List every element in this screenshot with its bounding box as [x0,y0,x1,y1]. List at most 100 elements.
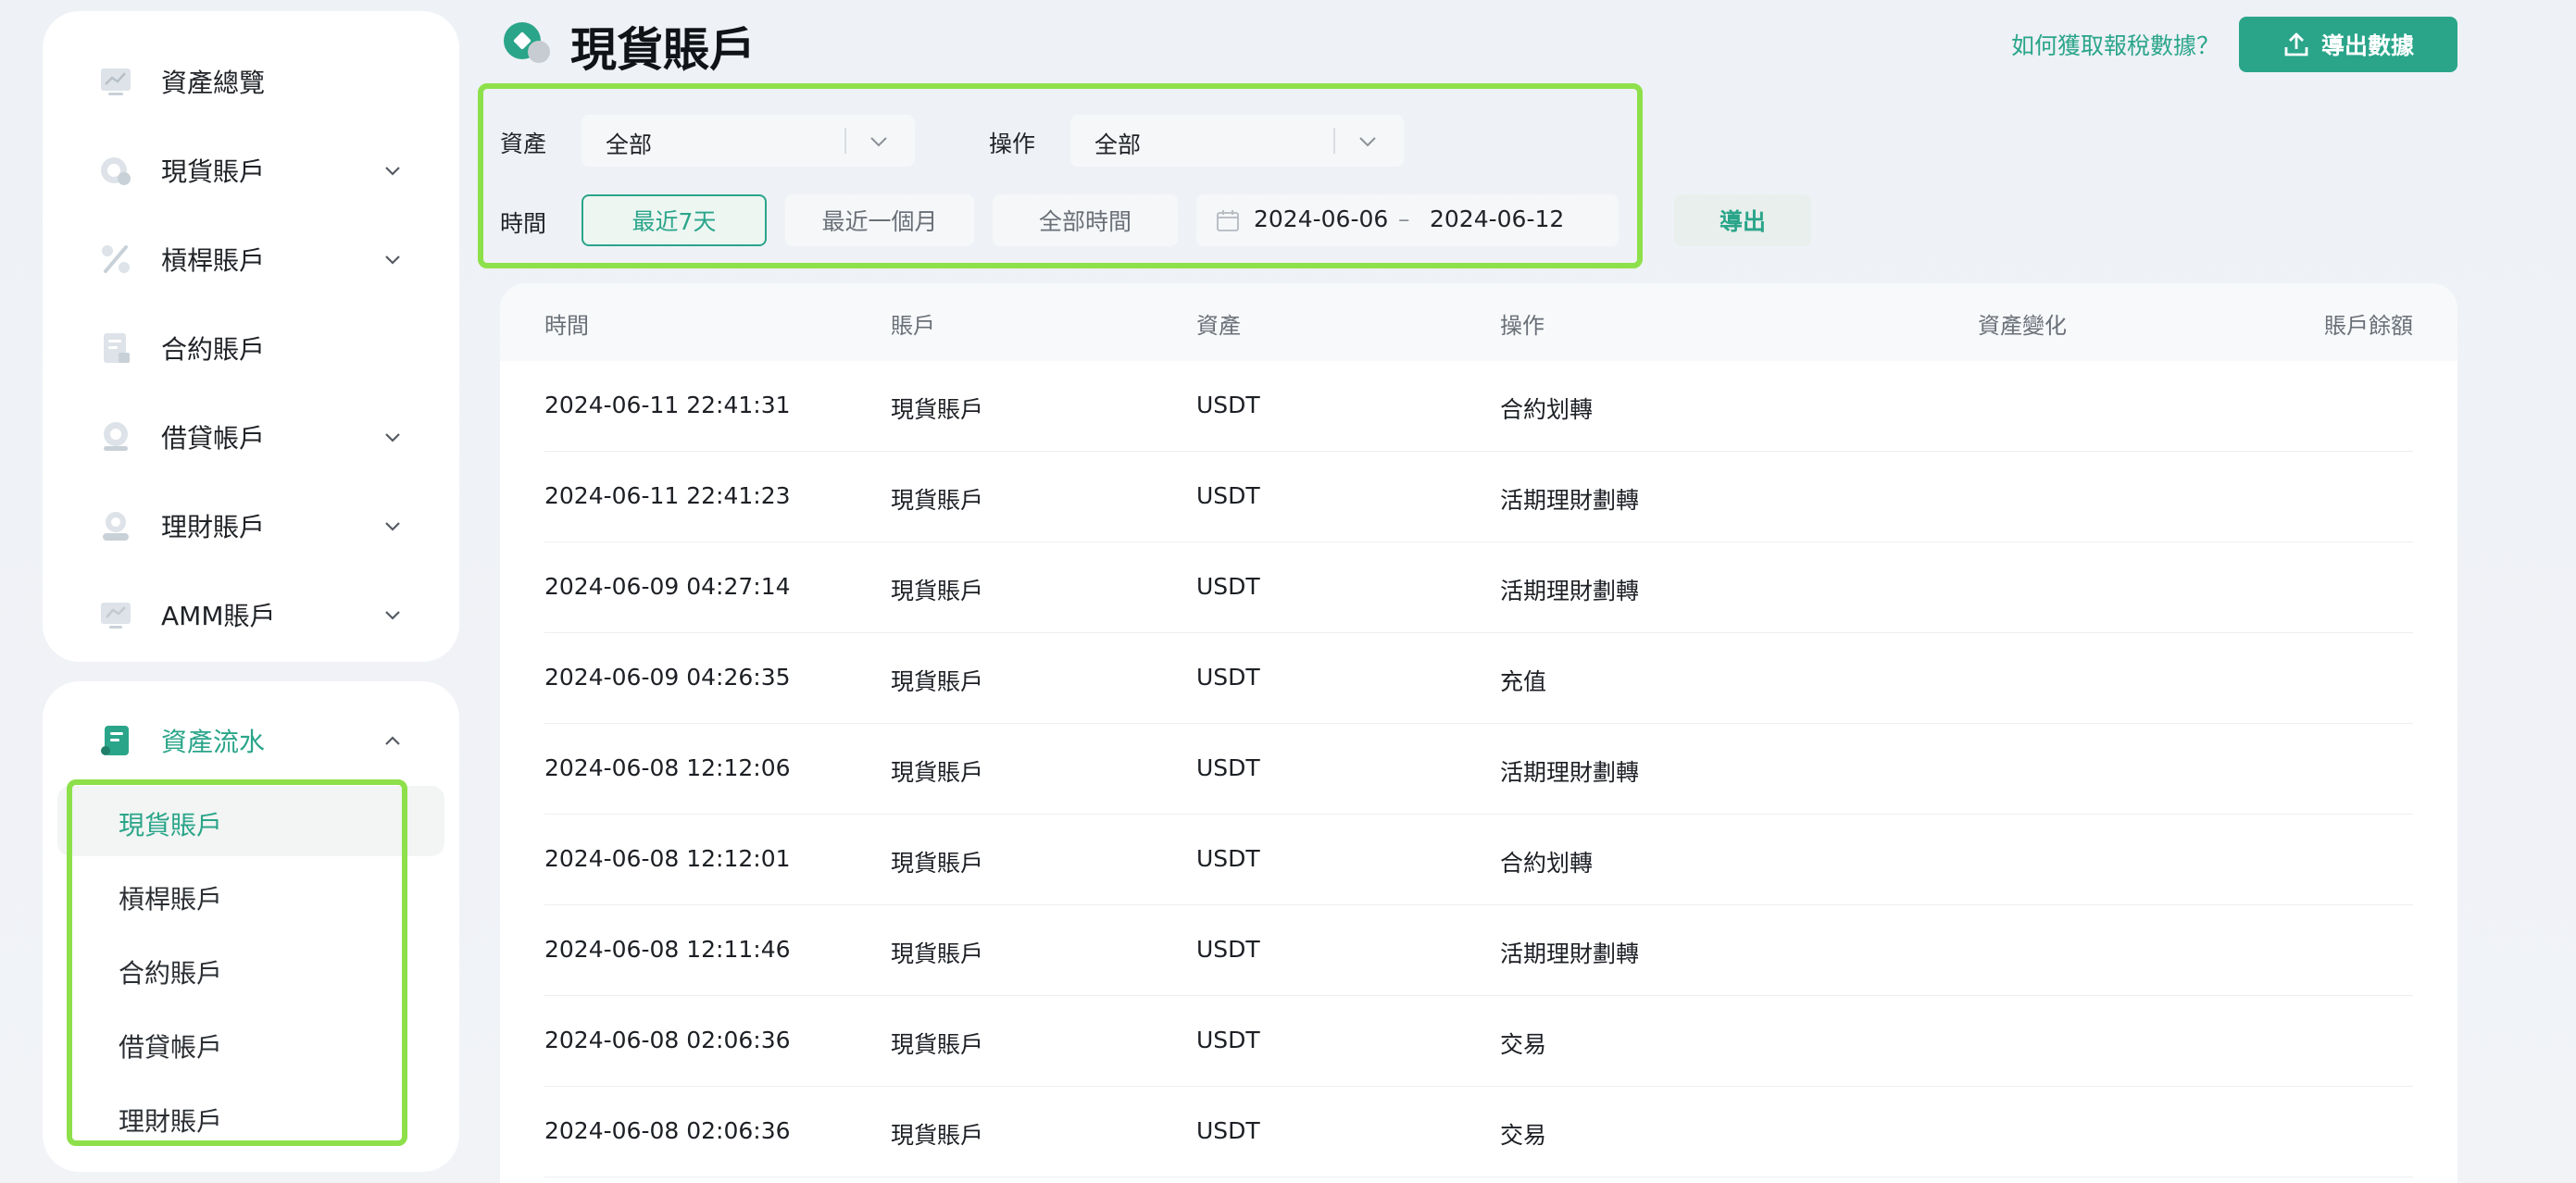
chevron-down-icon[interactable] [381,604,405,628]
sidebar-item-label: AMM賬戶 [161,601,276,631]
sub-item-loan-account[interactable]: 借貸帳戶 [119,1027,222,1065]
column-header-operation: 操作 [1500,313,1544,339]
cell-operation: 活期理財劃轉 [1500,487,1640,514]
date-from-input[interactable]: 2024-06-06 [1254,205,1388,232]
column-header-asset: 資產 [1196,313,1241,339]
sidebar-asset-flow-nav: 資產流水 [43,681,459,1172]
cell-time: 2024-06-09 04:27:14 [544,573,791,600]
range-all-time-button[interactable]: 全部時間 [993,194,1178,246]
sub-item-earn-account[interactable]: 理財賬戶 [119,1102,222,1139]
select-divider [1333,128,1335,154]
cell-operation: 活期理財劃轉 [1500,578,1640,604]
cell-account: 現貨賬戶 [891,396,984,423]
date-separator: – [1398,205,1410,232]
sidebar-item-label: 槓桿賬戶 [161,245,266,276]
sub-item-futures-account[interactable]: 合約賬戶 [119,953,222,990]
chevron-down-icon [1359,137,1376,147]
cell-time: 2024-06-11 22:41:23 [544,482,791,509]
cell-account: 現貨賬戶 [891,668,984,695]
cell-time: 2024-06-08 02:06:36 [544,1117,791,1144]
cell-asset: USDT [1196,573,1260,600]
cell-time: 2024-06-08 02:06:36 [544,1027,791,1053]
sidebar-item-loan-account[interactable]: 借貸帳戶 [43,409,459,465]
spot-account-logo-icon [504,22,550,63]
table-row: 2024-06-08 12:11:46 現貨賬戶 USDT 活期理財劃轉 [544,905,2413,996]
sub-item-spot-account[interactable]: 現貨賬戶 [119,805,222,842]
operation-select[interactable]: 全部 [1070,115,1404,167]
cell-account: 現貨賬戶 [891,850,984,877]
sidebar-item-earn-account[interactable]: 理財賬戶 [43,498,459,554]
date-range-picker[interactable]: 2024-06-06 – 2024-06-12 [1196,194,1619,246]
sidebar-item-label: 合約賬戶 [161,334,266,365]
tax-data-help-link[interactable]: 如何獲取報稅數據？ [2011,28,2220,61]
page-title: 現貨賬戶 [570,23,756,77]
table-row: 2024-06-08 12:12:01 現貨賬戶 USDT 合約划轉 [544,815,2413,905]
select-divider [844,128,846,154]
chevron-down-icon [870,137,887,147]
column-header-account: 賬戶 [891,313,935,339]
time-filter-label: 時間 [500,210,547,237]
chevron-up-icon[interactable] [381,729,405,753]
sidebar-item-label: 借貸帳戶 [161,423,266,454]
range-last-7-days-button[interactable]: 最近7天 [581,194,767,246]
cell-asset: USDT [1196,936,1260,963]
chevron-down-icon[interactable] [381,426,405,450]
sidebar-item-asset-flow[interactable]: 資產流水 [43,713,459,768]
cell-time: 2024-06-08 12:11:46 [544,936,791,963]
cell-operation: 交易 [1500,1122,1547,1149]
export-button[interactable]: 導出 [1674,194,1811,246]
asset-flow-table: 時間 賬戶 資產 操作 資產變化 賬戶餘額 2024-06-11 22:41:3… [500,283,2457,1183]
upload-icon [2284,32,2308,56]
table-row: 2024-06-08 02:06:36 現貨賬戶 USDT 交易 [544,1087,2413,1177]
table-row: 2024-06-11 22:41:23 現貨賬戶 USDT 活期理財劃轉 [544,452,2413,542]
sidebar-item-label: 現貨賬戶 [161,156,266,187]
cell-asset: USDT [1196,1117,1260,1144]
sidebar-item-asset-overview[interactable]: 資產總覽 [43,54,459,109]
monitor-chart-icon [101,68,131,95]
cell-time: 2024-06-08 12:12:01 [544,845,791,872]
ledger-icon [101,726,129,755]
sidebar-item-label: 資產流水 [161,727,266,757]
cell-account: 現貨賬戶 [891,759,984,786]
cell-operation: 合約划轉 [1500,396,1594,423]
sidebar-item-label: 資產總覽 [161,68,266,98]
table-row: 2024-06-09 04:26:35 現貨賬戶 USDT 充值 [544,633,2413,724]
cell-operation: 交易 [1500,1031,1547,1058]
sub-item-margin-account[interactable]: 槓桿賬戶 [119,879,222,916]
cell-account: 現貨賬戶 [891,578,984,604]
cell-operation: 活期理財劃轉 [1500,940,1640,967]
coin-stack-icon [104,422,128,451]
chevron-down-icon[interactable] [381,248,405,272]
column-header-time: 時間 [544,313,589,339]
percent-icon [102,245,130,273]
sidebar-item-spot-account[interactable]: 現貨賬戶 [43,143,459,198]
sidebar-item-futures-account[interactable]: 合約賬戶 [43,320,459,376]
chevron-down-icon[interactable] [381,515,405,539]
table-header: 時間 賬戶 資產 操作 資產變化 賬戶餘額 [500,283,2457,361]
savings-icon [103,512,129,541]
operation-filter-label: 操作 [989,131,1036,157]
cell-time: 2024-06-08 12:12:06 [544,754,791,781]
cell-operation: 合約划轉 [1500,850,1594,877]
table-row: 2024-06-08 12:12:06 現貨賬戶 USDT 活期理財劃轉 [544,724,2413,815]
cell-account: 現貨賬戶 [891,1031,984,1058]
date-to-input[interactable]: 2024-06-12 [1430,205,1564,232]
asset-select[interactable]: 全部 [581,115,915,167]
cell-time: 2024-06-09 04:26:35 [544,664,791,691]
sidebar-item-amm-account[interactable]: AMM賬戶 [43,587,459,642]
sub-item-active-highlight [57,786,444,856]
cell-account: 現貨賬戶 [891,487,984,514]
coin-icon [101,157,131,185]
export-data-button[interactable]: 導出數據 [2239,17,2457,72]
table-row: 2024-06-08 02:06:36 現貨賬戶 USDT 交易 [544,996,2413,1087]
sidebar-item-margin-account[interactable]: 槓桿賬戶 [43,231,459,287]
cell-asset: USDT [1196,845,1260,872]
cell-time: 2024-06-11 22:41:31 [544,392,791,418]
sidebar-main-nav: 資產總覽 現貨賬戶 槓桿賬戶 合約賬戶 借貸帳戶 理財賬戶 AMM賬戶 [43,11,459,662]
asset-select-value: 全部 [606,131,653,158]
table-row: 2024-06-09 04:27:14 現貨賬戶 USDT 活期理財劃轉 [544,542,2413,633]
operation-select-value: 全部 [1094,131,1142,158]
range-last-month-button[interactable]: 最近一個月 [785,194,974,246]
table-row: 2024-06-11 22:41:31 現貨賬戶 USDT 合約划轉 [544,361,2413,452]
chevron-down-icon[interactable] [381,159,405,183]
